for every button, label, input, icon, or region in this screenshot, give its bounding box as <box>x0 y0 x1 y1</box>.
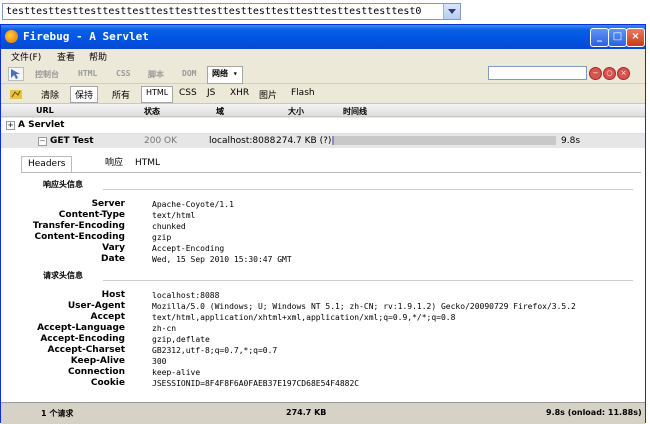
response-headers-title: 响应头信息 <box>43 180 83 189</box>
menu-bar: 文件(F) 查看 帮助 <box>1 49 645 63</box>
header-name: Host <box>101 290 125 300</box>
header-value: JSESSIONID=8F4F8F6A0FAEB37E197CD68E54F48… <box>152 379 360 388</box>
minimize-button[interactable]: _ <box>590 28 609 47</box>
header-value: 300 <box>152 357 167 366</box>
tab-css[interactable]: CSS <box>116 69 130 78</box>
section-divider <box>103 280 633 281</box>
header-name: Server <box>91 199 125 209</box>
collapse-icon[interactable]: − <box>38 137 47 146</box>
request-headers-title: 请求头信息 <box>43 271 83 280</box>
close-panel-icon[interactable]: × <box>617 67 630 80</box>
column-timeline[interactable]: 时间线 <box>343 106 367 117</box>
detail-tabs: Headers 响应 HTML <box>21 156 641 172</box>
group-row[interactable]: + A Servlet <box>1 118 645 134</box>
status-request-count: 1 个请求 <box>41 409 74 418</box>
status-total-size: 274.7 KB <box>286 408 327 417</box>
filter-images-button[interactable]: 图片 <box>259 88 277 101</box>
clear-button[interactable]: 清除 <box>41 88 59 101</box>
header-name: Accept <box>90 312 125 322</box>
request-url: GET Test <box>50 136 94 146</box>
net-content: + A Servlet − GET Test 200 OK localhost:… <box>1 118 645 402</box>
top-select-value: testtesttesttesttesttesttesttesttesttest… <box>6 6 422 17</box>
header-name: Date <box>101 254 125 264</box>
expand-icon[interactable]: + <box>6 121 15 130</box>
column-size[interactable]: 大小 <box>288 106 304 117</box>
request-time: 9.8s <box>561 136 581 146</box>
header-value: text/html,application/xhtml+xml,applicat… <box>152 313 456 322</box>
header-name: Content-Encoding <box>34 232 126 242</box>
menu-help[interactable]: 帮助 <box>89 50 107 63</box>
header-name: Vary <box>102 243 125 253</box>
header-name: Cookie <box>90 378 125 388</box>
timeline-bar <box>332 136 556 145</box>
request-status: 200 OK <box>144 136 178 146</box>
header-value: Mozilla/5.0 (Windows; U; Windows NT 5.1;… <box>152 302 576 311</box>
request-domain: localhost:8088 <box>209 136 276 146</box>
header-value: zh-cn <box>152 324 177 333</box>
header-name: Accept-Encoding <box>40 334 125 344</box>
panel-toolbar: 控制台 HTML CSS 脚本 DOM 网络 ▾ − ○ × <box>1 64 645 84</box>
header-name: Accept-Charset <box>47 345 125 355</box>
tab-script[interactable]: 脚本 <box>148 69 164 80</box>
tab-html[interactable]: HTML <box>78 69 97 78</box>
filter-html-button[interactable]: HTML <box>141 86 174 103</box>
top-select[interactable]: testtesttesttesttesttesttesttesttesttest… <box>2 3 461 20</box>
section-divider <box>103 189 633 190</box>
column-status[interactable]: 状态 <box>144 106 160 117</box>
persist-button[interactable]: 保持 <box>70 86 99 103</box>
tab-net[interactable]: 网络 ▾ <box>207 66 243 84</box>
timeline-bar-fill <box>332 136 335 145</box>
filter-flash-button[interactable]: Flash <box>291 88 315 98</box>
filter-js-button[interactable]: JS <box>207 88 215 98</box>
title-bar[interactable]: Firebug - A Servlet _ □ × <box>1 25 645 49</box>
net-toolbar: 清除 保持 所有 HTML CSS JS XHR 图片 Flash <box>1 85 645 103</box>
header-name: Accept-Language <box>37 323 125 333</box>
tab-dom[interactable]: DOM <box>182 69 196 78</box>
column-url[interactable]: URL <box>36 106 54 115</box>
filter-xhr-button[interactable]: XHR <box>230 88 249 98</box>
chevron-down-icon[interactable] <box>443 4 460 19</box>
request-row[interactable]: − GET Test 200 OK localhost:8088 274.7 K… <box>1 134 645 148</box>
search-input[interactable] <box>488 66 587 80</box>
header-name: Keep-Alive <box>70 356 125 366</box>
header-name: Content-Type <box>58 210 125 220</box>
column-header: URL 状态 域 大小 时间线 <box>1 103 645 117</box>
tab-console[interactable]: 控制台 <box>35 69 59 80</box>
group-label: A Servlet <box>18 120 65 130</box>
maximize-button[interactable]: □ <box>608 28 627 47</box>
header-value: gzip <box>152 233 172 242</box>
header-value: keep-alive <box>152 368 201 377</box>
header-value: GB2312,utf-8;q=0.7,*;q=0.7 <box>152 346 278 355</box>
header-value: Wed, 15 Sep 2010 15:30:47 GMT <box>152 255 292 264</box>
filter-all-button[interactable]: 所有 <box>112 88 130 101</box>
minimize-panel-icon[interactable]: − <box>589 67 602 80</box>
yslow-icon[interactable] <box>9 88 23 100</box>
menu-view[interactable]: 查看 <box>57 50 75 63</box>
column-domain[interactable]: 域 <box>216 106 224 117</box>
status-bar: 1 个请求 274.7 KB 9.8s (onload: 11.88s) <box>1 402 645 424</box>
header-name: Connection <box>67 367 125 377</box>
firebug-window: Firebug - A Servlet _ □ × 文件(F) 查看 帮助 控制… <box>0 24 646 424</box>
header-value: gzip,deflate <box>152 335 210 344</box>
header-value: localhost:8088 <box>152 291 220 300</box>
close-button[interactable]: × <box>626 28 645 47</box>
headers-panel: 响应头信息 Server Apache-Coyote/1.1 Content-Typ… <box>21 172 641 402</box>
header-name: Transfer-Encoding <box>32 221 125 231</box>
header-value: text/html <box>152 211 196 220</box>
request-size: 274.7 KB (?) <box>276 136 332 146</box>
filter-css-button[interactable]: CSS <box>179 88 197 98</box>
detach-panel-icon[interactable]: ○ <box>603 67 616 80</box>
tab-response[interactable]: 响应 <box>99 156 129 171</box>
menu-file[interactable]: 文件(F) <box>11 50 41 63</box>
inspect-icon[interactable] <box>8 67 24 81</box>
window-title: Firebug - A Servlet <box>23 30 149 43</box>
tab-headers[interactable]: Headers <box>21 156 73 172</box>
header-value: Accept-Encoding <box>152 244 225 253</box>
header-value: chunked <box>152 222 186 231</box>
header-name: User-Agent <box>67 301 125 311</box>
tab-detail-html[interactable]: HTML <box>129 156 166 171</box>
status-timing: 9.8s (onload: 11.88s) <box>546 408 642 417</box>
firebug-logo-icon <box>5 30 18 43</box>
header-value: Apache-Coyote/1.1 <box>152 200 234 209</box>
